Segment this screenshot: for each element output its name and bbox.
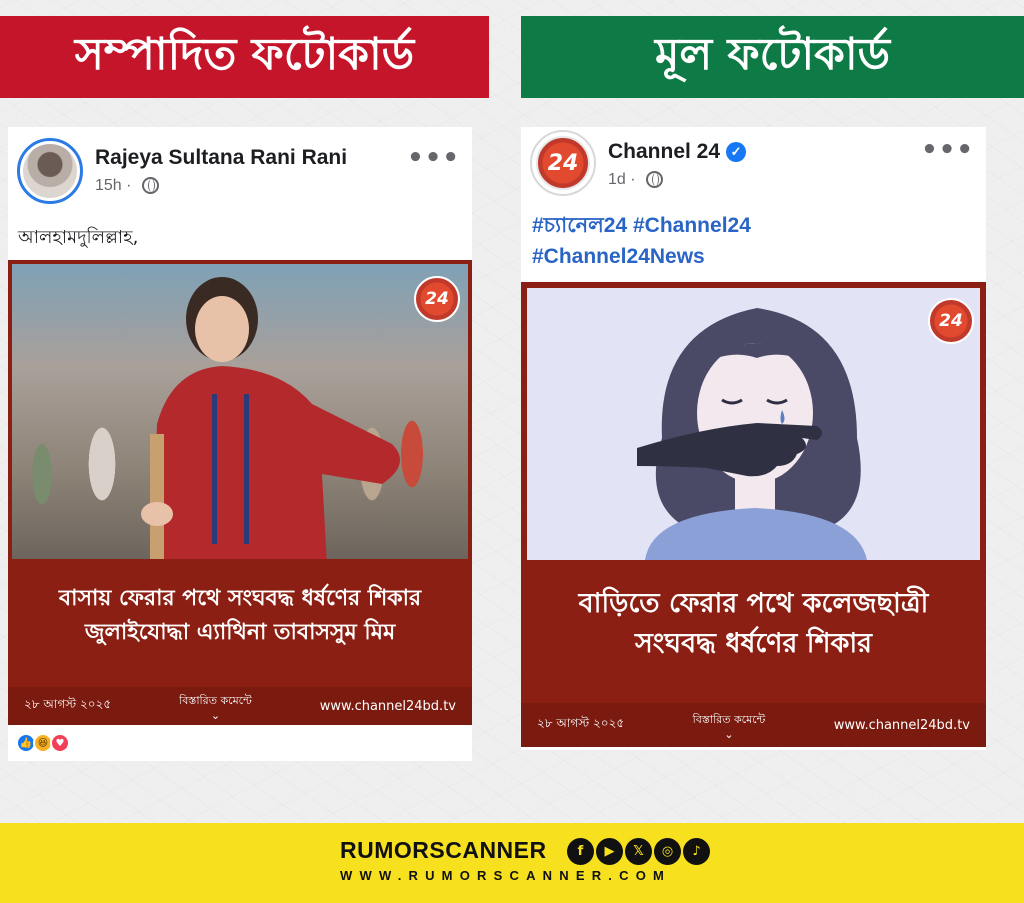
channel24-logo: 24 bbox=[414, 276, 460, 322]
love-reaction-icon: ♥ bbox=[50, 733, 70, 753]
brand-name: RUMORSCANNER bbox=[340, 837, 547, 863]
author-name[interactable]: Channel 24 ✓ bbox=[608, 140, 747, 164]
globe-icon bbox=[141, 177, 159, 195]
author-name[interactable]: Rajeya Sultana Rani Rani bbox=[95, 146, 347, 170]
woman-photo bbox=[12, 264, 468, 559]
hashtags-line-1[interactable]: #চ্যানেল24 #Channel24 bbox=[532, 210, 751, 241]
chevron-down-icon: ⌄ bbox=[724, 728, 734, 741]
woman-figure bbox=[141, 277, 400, 559]
instagram-icon[interactable]: ◎ bbox=[654, 838, 681, 865]
author-name-text: Channel 24 bbox=[608, 140, 721, 163]
x-icon[interactable]: 𝕏 bbox=[625, 838, 652, 865]
post-time[interactable]: 1d bbox=[608, 171, 626, 188]
headline-line-1: বাসায় ফেরার পথে সংঘবদ্ধ ধর্ষণের শিকার bbox=[58, 586, 422, 611]
tiktok-icon[interactable]: ♪ bbox=[683, 838, 710, 865]
post-header: 24 Channel 24 ✓ 1d · ••• bbox=[521, 127, 986, 207]
photocard-footer: ২৮ আগস্ট ২০২৫ বিস্তারিত কমেন্টে ⌄ www.ch… bbox=[521, 703, 986, 747]
post-header: Rajeya Sultana Rani Rani 15h · ••• bbox=[8, 127, 472, 207]
photocard-date: ২৮ আগস্ট ২০২৫ bbox=[537, 716, 625, 730]
meta-separator: · bbox=[630, 171, 636, 188]
post-meta: 1d · bbox=[608, 171, 664, 189]
illustration bbox=[527, 288, 980, 560]
avatar-photo bbox=[23, 144, 77, 198]
channel24-avatar[interactable]: 24 bbox=[530, 130, 596, 196]
post-time[interactable]: 15h bbox=[95, 177, 122, 194]
details-hint: বিস্তারিত কমেন্টে ⌄ bbox=[693, 711, 766, 741]
headline-line-2: জুলাইযোদ্ধা এ্যাথিনা তাবাসসুম মিম bbox=[84, 620, 396, 645]
post-meta: 15h · bbox=[95, 177, 159, 195]
footer-website[interactable]: WWW.RUMORSCANNER.COM bbox=[340, 868, 706, 883]
channel24-logo: 24 bbox=[928, 298, 974, 344]
photocard-image[interactable]: 24 বাসায় ফেরার পথে সংঘবদ্ধ ধর্ষণের শিকা… bbox=[8, 260, 472, 725]
headline-line-2: সংঘবদ্ধ ধর্ষণের শিকার bbox=[634, 628, 873, 659]
facebook-icon[interactable]: f bbox=[567, 838, 594, 865]
hashtags-line-2[interactable]: #Channel24News bbox=[532, 241, 751, 272]
more-options-icon[interactable]: ••• bbox=[921, 135, 974, 165]
photocard-date: ২৮ আগস্ট ২০২৫ bbox=[24, 697, 112, 711]
headline-line-1: বাড়িতে ফেরার পথে কলেজছাত্রী bbox=[578, 588, 929, 619]
photocard-website: www.channel24bd.tv bbox=[319, 698, 456, 714]
right-facebook-post: 24 Channel 24 ✓ 1d · ••• #চ্যানেল24 #Chan… bbox=[521, 127, 986, 750]
photocard-footer: ২৮ আগস্ট ২০২৫ বিস্তারিত কমেন্টে ⌄ www.ch… bbox=[8, 687, 472, 725]
details-hint: বিস্তারিত কমেন্টে ⌄ bbox=[179, 692, 252, 722]
photocard-headline: বাসায় ফেরার পথে সংঘবদ্ধ ধর্ষণের শিকার জ… bbox=[8, 582, 472, 650]
photocard-image[interactable]: 24 বাড়িতে ফেরার পথে কলেজছাত্রী সংঘবদ্ধ … bbox=[521, 282, 986, 747]
channel24-logo-icon: 24 bbox=[536, 136, 590, 190]
social-icons: f ▶ 𝕏 ◎ ♪ bbox=[567, 838, 712, 865]
left-facebook-post: Rajeya Sultana Rani Rani 15h · ••• আলহাম… bbox=[8, 127, 472, 761]
edited-photocard-banner: সম্পাদিত ফটোকার্ড bbox=[0, 16, 489, 98]
chevron-down-icon: ⌄ bbox=[210, 709, 221, 722]
photocard-headline: বাড়িতে ফেরার পথে কলেজছাত্রী সংঘবদ্ধ ধর্… bbox=[521, 584, 986, 664]
reaction-icons[interactable]: 👍 😆 ♥ bbox=[16, 733, 70, 757]
post-caption: আলহামদুলিল্লাহ, bbox=[18, 227, 139, 248]
author-avatar[interactable] bbox=[17, 138, 83, 204]
globe-icon bbox=[646, 171, 664, 189]
photocard-website: www.channel24bd.tv bbox=[833, 717, 970, 733]
youtube-icon[interactable]: ▶ bbox=[596, 838, 623, 865]
more-options-icon[interactable]: ••• bbox=[407, 143, 460, 173]
meta-separator: · bbox=[126, 177, 132, 194]
post-hashtags: #চ্যানেল24 #Channel24 #Channel24News bbox=[532, 210, 751, 272]
verified-badge-icon: ✓ bbox=[726, 142, 747, 163]
gagged-woman-illustration bbox=[637, 308, 867, 560]
original-photocard-banner: মূল ফটোকার্ড bbox=[521, 16, 1024, 98]
